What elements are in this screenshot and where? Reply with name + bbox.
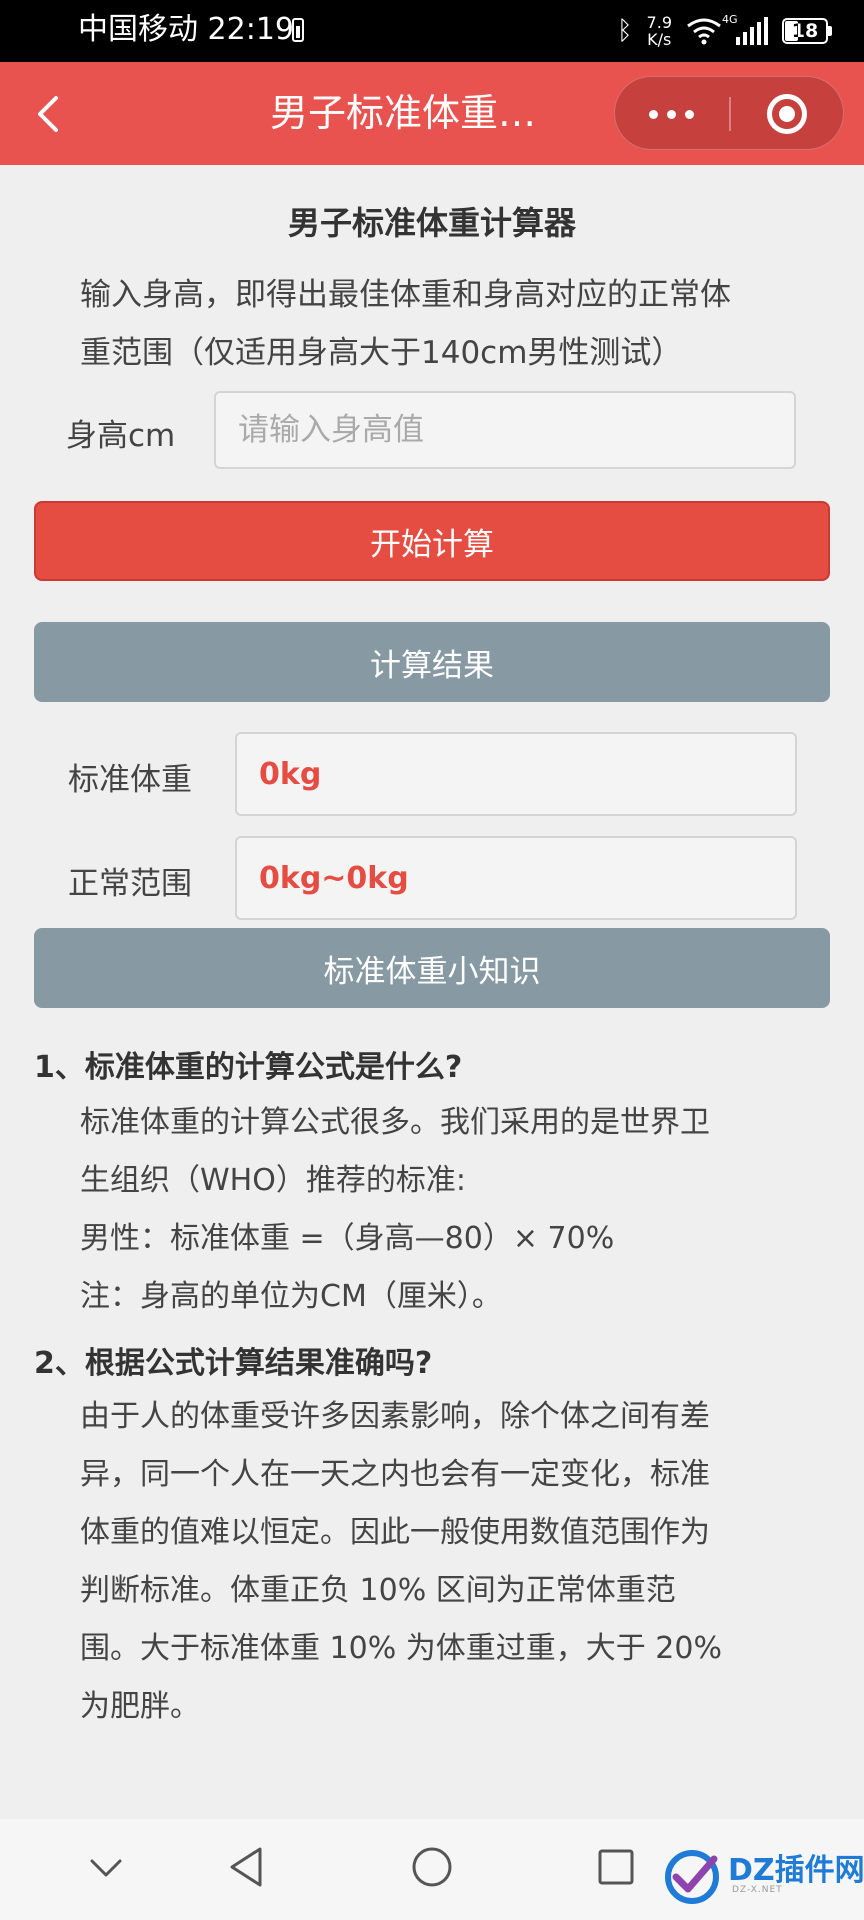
bluetooth-icon: ᛒ bbox=[616, 16, 633, 46]
battery-saver-icon bbox=[292, 18, 304, 42]
system-nav-bar: DZ插件网 DZ-X.NET bbox=[0, 1819, 864, 1920]
answer-line: 体重的值难以恒定。因此一般使用数值范围作为 bbox=[80, 1515, 710, 1550]
answer-line: 生组织（WHO）推荐的标准: bbox=[80, 1163, 466, 1198]
height-input[interactable] bbox=[214, 391, 796, 469]
collapse-button[interactable] bbox=[88, 1857, 124, 1885]
watermark-subtext: DZ-X.NET bbox=[732, 1885, 783, 1895]
knowledge-header: 标准体重小知识 bbox=[34, 928, 830, 1008]
network-speed-value: 7.9 bbox=[646, 13, 672, 32]
answer-line: 为肥胖。 bbox=[80, 1689, 200, 1724]
intro-line: 重范围（仅适用身高大于140cm男性测试） bbox=[80, 335, 683, 371]
wifi-icon bbox=[686, 17, 722, 45]
standard-weight-label: 标准体重 bbox=[68, 762, 192, 798]
triangle-back-icon bbox=[230, 1847, 262, 1887]
network-speed: 7.9 K/s bbox=[647, 14, 672, 48]
intro-text: 输入身高，即得出最佳体重和身高对应的正常体 重范围（仅适用身高大于140cm男性… bbox=[80, 266, 800, 382]
back-button[interactable] bbox=[28, 92, 68, 136]
carrier-time: 中国移动 22:19 bbox=[78, 12, 294, 47]
watermark: DZ插件网 DZ-X.NET bbox=[660, 1841, 864, 1911]
question-heading: 2、根据公式计算结果准确吗? bbox=[34, 1346, 433, 1381]
answer-line: 围。大于标准体重 10% 为体重过重，大于 20% bbox=[80, 1631, 722, 1666]
system-back-button[interactable] bbox=[226, 1845, 266, 1893]
system-home-button[interactable] bbox=[410, 1845, 454, 1893]
page-title: 男子标准体重计算器 bbox=[287, 204, 576, 242]
close-miniprogram-button[interactable] bbox=[731, 77, 845, 151]
chevron-left-icon bbox=[38, 96, 58, 132]
network-speed-unit: K/s bbox=[647, 30, 672, 49]
intro-line: 输入身高，即得出最佳体重和身高对应的正常体 bbox=[80, 277, 731, 313]
network-type: 4G bbox=[722, 13, 738, 26]
results-header: 计算结果 bbox=[34, 622, 830, 702]
answer-text: 标准体重的计算公式很多。我们采用的是世界卫 生组织（WHO）推荐的标准: 男性：… bbox=[80, 1094, 800, 1326]
system-recents-button[interactable] bbox=[596, 1847, 636, 1891]
chevron-down-icon bbox=[90, 1859, 122, 1877]
answer-line: 注：身高的单位为CM（厘米）。 bbox=[80, 1279, 502, 1314]
more-dots-icon bbox=[649, 110, 658, 119]
status-bar: 中国移动 22:19 ᛒ 7.9 K/s 4G 18 bbox=[0, 0, 864, 62]
standard-weight-value: 0kg bbox=[235, 732, 797, 816]
nav-bar: 男子标准体重… bbox=[0, 62, 864, 165]
answer-line: 男性：标准体重 =（身高—80）× 70% bbox=[80, 1221, 615, 1256]
answer-line: 由于人的体重受许多因素影响，除个体之间有差 bbox=[80, 1399, 710, 1434]
height-label: 身高cm bbox=[66, 418, 176, 454]
nav-title: 男子标准体重… bbox=[270, 91, 537, 135]
battery-level: 18 bbox=[791, 20, 819, 42]
signal-icon: 4G bbox=[722, 13, 768, 45]
battery-icon: 18 bbox=[782, 18, 832, 44]
square-recents-icon bbox=[598, 1849, 634, 1885]
normal-range-label: 正常范围 bbox=[68, 866, 192, 902]
answer-line: 判断标准。体重正负 10% 区间为正常体重范 bbox=[80, 1573, 676, 1608]
answer-line: 标准体重的计算公式很多。我们采用的是世界卫 bbox=[80, 1105, 710, 1140]
normal-range-value: 0kg~0kg bbox=[235, 836, 797, 920]
more-button[interactable] bbox=[615, 77, 729, 151]
question-heading: 1、标准体重的计算公式是什么? bbox=[34, 1050, 463, 1085]
miniprogram-capsule bbox=[614, 76, 844, 150]
answer-text: 由于人的体重受许多因素影响，除个体之间有差 异，同一个人在一天之内也会有一定变化… bbox=[80, 1388, 800, 1736]
circle-home-icon bbox=[412, 1847, 452, 1887]
watermark-logo-icon bbox=[665, 1850, 719, 1904]
watermark-text: DZ插件网 bbox=[728, 1853, 864, 1888]
start-calculate-button[interactable]: 开始计算 bbox=[34, 501, 830, 581]
answer-line: 异，同一个人在一天之内也会有一定变化，标准 bbox=[80, 1457, 710, 1492]
